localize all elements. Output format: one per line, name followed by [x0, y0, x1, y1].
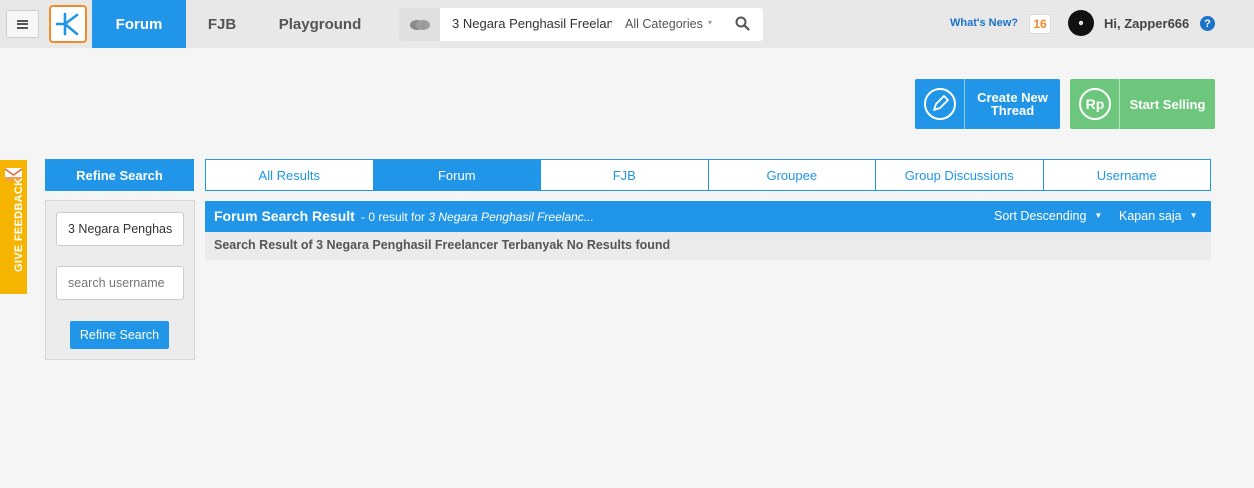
- refine-query-input[interactable]: [56, 212, 184, 246]
- global-search-bar: 3 Negara Penghasil Freelan All Categorie…: [399, 8, 763, 41]
- sort-dropdown[interactable]: Sort Descending ▼: [994, 209, 1102, 223]
- create-thread-button[interactable]: Create New Thread: [915, 79, 1060, 129]
- tab-groupee[interactable]: Groupee: [709, 160, 876, 190]
- avatar[interactable]: ☻: [1068, 10, 1094, 36]
- results-header: Forum Search Result - 0 result for 3 Neg…: [205, 201, 1211, 232]
- nav-tab-forum[interactable]: Forum: [92, 0, 186, 48]
- top-navbar: Forum FJB Playground 3 Negara Penghasil …: [0, 0, 1254, 48]
- give-feedback-tab[interactable]: GIVE FEEDBACK: [0, 160, 27, 294]
- search-icon[interactable]: [735, 16, 750, 36]
- results-body: Search Result of 3 Negara Penghasil Free…: [205, 232, 1211, 260]
- results-count-prefix: - 0 result for: [361, 210, 429, 224]
- results-query: 3 Negara Penghasil Freelanc...: [428, 210, 594, 224]
- start-selling-label: Start Selling: [1129, 96, 1206, 112]
- tab-group-discussions[interactable]: Group Discussions: [876, 160, 1044, 190]
- results-title: Forum Search Result: [214, 208, 355, 224]
- pencil-icon: [915, 79, 965, 129]
- no-results-message: Search Result of 3 Negara Penghasil Free…: [214, 238, 671, 252]
- hamburger-icon: [17, 19, 28, 29]
- chevron-down-icon: ▾: [708, 18, 713, 27]
- category-select[interactable]: All Categories: [625, 17, 703, 31]
- chevron-down-icon: ▼: [1189, 211, 1198, 220]
- tab-forum[interactable]: Forum: [373, 160, 541, 190]
- refine-search-header: Refine Search: [45, 159, 194, 191]
- notification-badge[interactable]: 16: [1029, 14, 1051, 34]
- nav-tab-fjb[interactable]: FJB: [196, 0, 248, 48]
- refine-search-button[interactable]: Refine Search: [70, 321, 169, 349]
- start-selling-button[interactable]: Rp Start Selling: [1070, 79, 1215, 129]
- kaskus-logo[interactable]: [49, 5, 87, 43]
- chat-bubble-icon[interactable]: [399, 8, 440, 41]
- refine-search-panel: Refine Search: [45, 200, 195, 360]
- tab-all-results[interactable]: All Results: [206, 160, 374, 190]
- help-icon[interactable]: ?: [1200, 16, 1215, 31]
- search-username-input[interactable]: [56, 266, 184, 300]
- create-thread-label: Create New Thread: [977, 90, 1048, 118]
- result-tabs: All Results Forum FJB Groupee Group Disc…: [205, 159, 1211, 191]
- time-filter-label: Kapan saja: [1119, 209, 1182, 223]
- sort-label: Sort Descending: [994, 209, 1087, 223]
- time-filter-dropdown[interactable]: Kapan saja ▼: [1119, 209, 1197, 223]
- hamburger-menu-button[interactable]: [6, 10, 39, 38]
- logo-k-icon: [55, 12, 79, 36]
- user-greeting[interactable]: Hi, Zapper666: [1104, 16, 1189, 31]
- chevron-down-icon: ▼: [1094, 211, 1103, 220]
- nav-tab-playground[interactable]: Playground: [270, 0, 370, 48]
- rupiah-icon: Rp: [1070, 79, 1120, 129]
- tab-username[interactable]: Username: [1044, 160, 1211, 190]
- svg-text:Rp: Rp: [1085, 96, 1104, 112]
- whats-new-link[interactable]: What's New?: [950, 17, 1018, 29]
- give-feedback-label: GIVE FEEDBACK: [13, 177, 25, 272]
- tab-fjb[interactable]: FJB: [541, 160, 709, 190]
- results-count: - 0 result for 3 Negara Penghasil Freela…: [361, 210, 594, 224]
- search-input[interactable]: 3 Negara Penghasil Freelan: [452, 16, 612, 31]
